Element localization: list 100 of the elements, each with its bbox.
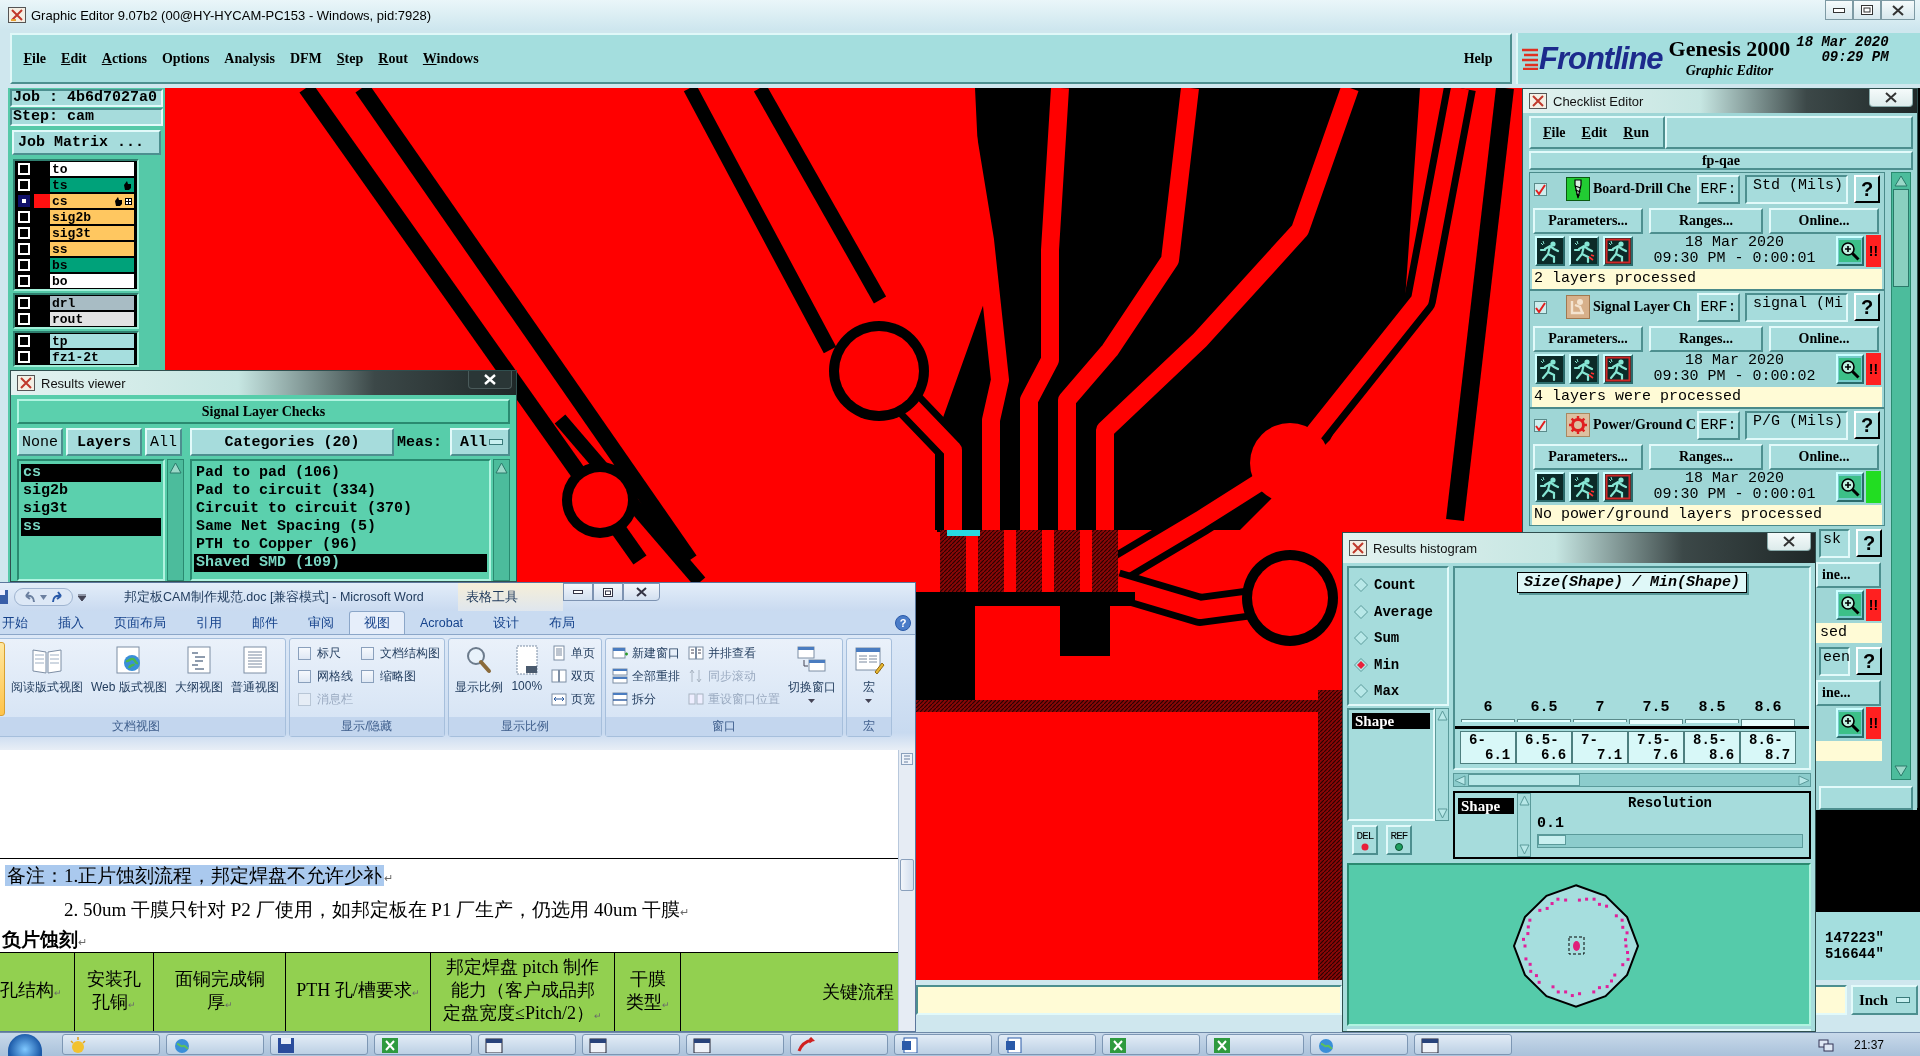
layer-name[interactable]: sig2b xyxy=(50,210,134,224)
customize-caret-icon[interactable] xyxy=(78,593,86,601)
ribbon-button[interactable]: 双页 xyxy=(548,665,597,687)
menu-item[interactable]: DFM xyxy=(282,50,330,67)
ribbon-button[interactable]: 100% xyxy=(508,642,545,693)
layer-list-item[interactable]: sig2b xyxy=(21,482,161,500)
menu-item[interactable]: Edit xyxy=(1573,124,1616,141)
checkbox[interactable] xyxy=(360,646,374,660)
ribbon-button[interactable]: 切换窗口 xyxy=(785,642,838,703)
erf-field[interactable]: P/G (Mils) xyxy=(1745,410,1848,440)
mode-option[interactable]: Average xyxy=(1349,598,1433,625)
scrollbar[interactable] xyxy=(1453,773,1811,787)
menu-item[interactable]: Run xyxy=(1615,124,1657,141)
checkbox[interactable] xyxy=(297,669,311,683)
layer-name[interactable]: rout xyxy=(50,312,134,326)
checkbox[interactable] xyxy=(1534,300,1547,314)
erf-field[interactable]: sk xyxy=(1819,528,1850,558)
menu-item[interactable]: Edit xyxy=(53,50,95,67)
run-button[interactable] xyxy=(1569,472,1599,502)
ribbon-button[interactable]: 页宽 xyxy=(548,688,597,710)
scrollbar[interactable] xyxy=(167,459,184,581)
maximize-button[interactable] xyxy=(593,583,623,601)
two-screens-icon[interactable] xyxy=(1817,1037,1834,1052)
slider-thumb[interactable] xyxy=(1538,835,1566,845)
zoom-button[interactable] xyxy=(1836,354,1865,384)
taskbar-button[interactable] xyxy=(894,1034,992,1055)
scrollbar[interactable] xyxy=(1435,708,1449,821)
menu-item[interactable]: Windows xyxy=(415,50,487,67)
scroll-thumb[interactable] xyxy=(1893,189,1909,287)
check-action-button[interactable]: Parameters... xyxy=(1533,444,1643,470)
help-menu[interactable]: Help xyxy=(1456,50,1500,67)
layer-name[interactable]: bs xyxy=(50,258,134,272)
ribbon-tab[interactable]: 页面布局 xyxy=(99,611,181,634)
check-action-button[interactable]: Online... xyxy=(1769,326,1879,352)
histogram-bar[interactable] xyxy=(1573,719,1627,722)
resolution-slider[interactable] xyxy=(1537,834,1803,848)
scrollbar[interactable] xyxy=(898,750,915,1031)
categories-button[interactable]: Categories (20) xyxy=(190,428,394,456)
run-button[interactable] xyxy=(1569,236,1599,266)
erf-field[interactable]: Std (Mils) xyxy=(1745,174,1848,204)
run-button[interactable] xyxy=(1569,354,1599,384)
delete-button[interactable]: DEL xyxy=(1352,825,1378,855)
ribbon-button[interactable]: 宏 xyxy=(850,642,887,703)
checkbox-label[interactable]: 文档结构图 xyxy=(379,644,440,662)
taskbar-button[interactable] xyxy=(270,1034,368,1055)
erf-button[interactable]: ERF: xyxy=(1697,410,1740,440)
ribbon-button[interactable]: 全部重排 xyxy=(609,665,682,687)
checkbox[interactable] xyxy=(1534,182,1547,196)
layer-name[interactable]: sig3t xyxy=(50,226,134,240)
help-button[interactable]: ? xyxy=(1856,647,1882,675)
taskbar-button[interactable] xyxy=(686,1034,784,1055)
minimize-button[interactable] xyxy=(1825,0,1853,20)
help-button[interactable]: ? xyxy=(1856,529,1882,557)
erf-field[interactable]: een xyxy=(1819,646,1850,676)
menu-item[interactable]: Options xyxy=(154,50,217,67)
check-action-button[interactable]: Ranges... xyxy=(1649,444,1763,470)
mode-option[interactable]: Max xyxy=(1349,678,1400,705)
ribbon-tab[interactable]: 引用 xyxy=(181,611,237,634)
histogram-bar[interactable] xyxy=(1741,719,1795,726)
ribbon-tab[interactable]: 设计 xyxy=(478,611,535,634)
ribbon-tab[interactable]: 审阅 xyxy=(293,611,349,634)
layer-name[interactable]: fz1-2t xyxy=(50,350,134,364)
layers-button[interactable]: Layers xyxy=(66,428,142,456)
taskbar-button[interactable] xyxy=(478,1034,576,1055)
check-action-button[interactable]: Ranges... xyxy=(1649,326,1763,352)
scrollbar[interactable] xyxy=(493,459,510,581)
layer-name[interactable]: drl xyxy=(50,296,134,310)
checkbox[interactable] xyxy=(297,646,311,660)
checkbox-label[interactable]: 网格线 xyxy=(316,667,353,685)
selection-list-item[interactable]: Shape xyxy=(1458,798,1514,814)
layer-name[interactable]: to xyxy=(50,162,134,176)
run-button[interactable] xyxy=(1535,354,1565,384)
help-button[interactable]: ? xyxy=(895,614,911,631)
ribbon-button[interactable]: 拆分 xyxy=(609,688,682,710)
menu-item[interactable]: Analysis xyxy=(216,50,283,67)
none-button[interactable]: None xyxy=(17,428,63,456)
checkbox[interactable] xyxy=(1534,418,1547,432)
close-button[interactable] xyxy=(1767,533,1811,551)
ribbon-tab[interactable]: 开始 xyxy=(0,611,43,634)
help-button[interactable]: ? xyxy=(1854,411,1880,439)
scrollbar[interactable] xyxy=(1517,793,1531,857)
check-action-button[interactable]: Ranges... xyxy=(1649,208,1763,234)
close-button[interactable] xyxy=(1869,89,1913,107)
run-button[interactable] xyxy=(1535,472,1565,502)
category-list-item[interactable]: PTH to Copper (96) xyxy=(194,536,487,554)
close-button[interactable] xyxy=(1881,0,1915,20)
ribbon-button[interactable]: 单页 xyxy=(548,642,597,664)
menu-item[interactable]: File xyxy=(16,50,54,67)
clock[interactable]: 21:37 xyxy=(1853,1037,1884,1052)
histogram-bar[interactable] xyxy=(1685,719,1739,723)
zoom-button[interactable] xyxy=(1836,590,1864,620)
maximize-button[interactable] xyxy=(1853,0,1881,20)
ruler-toggle-icon[interactable] xyxy=(901,753,913,765)
run-button[interactable] xyxy=(1603,472,1633,502)
layer-name[interactable]: ts xyxy=(50,178,134,192)
scrollbar[interactable] xyxy=(1891,172,1911,780)
check-action-button[interactable]: Parameters... xyxy=(1533,326,1643,352)
ribbon-tab[interactable]: Acrobat xyxy=(405,611,479,634)
check-action-button[interactable]: ine... xyxy=(1816,562,1881,588)
run-button[interactable] xyxy=(1603,236,1633,266)
